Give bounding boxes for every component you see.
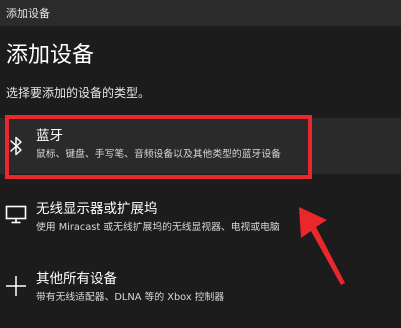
option-other-devices-title: 其他所有设备 — [36, 271, 117, 287]
option-wireless-display-desc: 使用 Miracast 或无线扩展坞的无线显视器、电视或电脑 — [36, 222, 280, 233]
page-subtitle: 选择要添加的设备的类型。 — [6, 86, 151, 100]
option-bluetooth[interactable]: 蓝牙 鼠标、键盘、手写笔、音频设备以及其他类型的蓝牙设备 — [0, 118, 401, 174]
option-other-devices-desc: 带有无线适配器、DLNA 等的 Xbox 控制器 — [36, 292, 225, 303]
bluetooth-icon — [10, 136, 22, 156]
option-other-devices[interactable]: 其他所有设备 带有无线适配器、DLNA 等的 Xbox 控制器 — [0, 262, 401, 318]
title-bar[interactable]: 添加设备 — [0, 0, 401, 26]
option-bluetooth-desc: 鼠标、键盘、手写笔、音频设备以及其他类型的蓝牙设备 — [36, 149, 281, 160]
option-wireless-display[interactable]: 无线显示器或扩展坞 使用 Miracast 或无线扩展坞的无线显视器、电视或电脑 — [0, 192, 401, 248]
option-bluetooth-title: 蓝牙 — [36, 128, 63, 144]
plus-icon — [6, 276, 26, 296]
page-title: 添加设备 — [6, 43, 95, 68]
add-device-window: 添加设备 添加设备 选择要添加的设备的类型。 蓝牙 鼠标、键盘、手写笔、音频设备… — [0, 0, 401, 328]
window-title: 添加设备 — [6, 7, 50, 20]
option-wireless-display-title: 无线显示器或扩展坞 — [36, 201, 158, 217]
monitor-icon — [5, 205, 27, 224]
